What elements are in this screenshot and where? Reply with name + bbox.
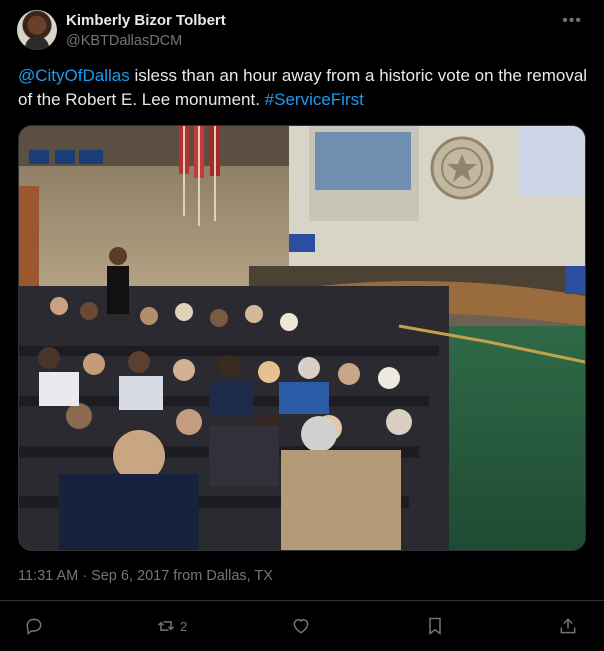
more-options-icon[interactable]: ••• [562, 12, 582, 30]
tweet-photo[interactable] [18, 125, 586, 551]
author-name[interactable]: Kimberly Bizor Tolbert [66, 12, 226, 29]
tweet-timestamp[interactable]: 11:31 AM · Sep 6, 2017 from Dallas, TX [18, 568, 273, 584]
like-button[interactable] [291, 615, 311, 637]
tweet: Kimberly Bizor Tolbert @KBTDallasDCM •••… [0, 0, 604, 650]
action-bar: 2 [0, 600, 604, 651]
bookmark-button[interactable] [425, 615, 445, 637]
bookmark-icon [429, 617, 441, 635]
mention-link[interactable]: @CityOfDallas [18, 66, 130, 85]
reply-button[interactable] [24, 615, 44, 637]
retweet-count: 2 [180, 618, 188, 634]
retweet-icon [157, 621, 175, 631]
hashtag-link[interactable]: #ServiceFirst [265, 90, 364, 109]
reply-icon [26, 618, 42, 635]
retweet-button[interactable]: 2 [156, 615, 187, 637]
tweet-text: @CityOfDallas isless than an hour away f… [18, 64, 588, 112]
heart-icon [293, 618, 309, 634]
share-button[interactable] [558, 615, 578, 637]
avatar[interactable] [17, 10, 57, 50]
share-icon [560, 618, 576, 634]
author-handle[interactable]: @KBTDallasDCM [66, 33, 182, 49]
council-chamber-photo [19, 126, 585, 550]
